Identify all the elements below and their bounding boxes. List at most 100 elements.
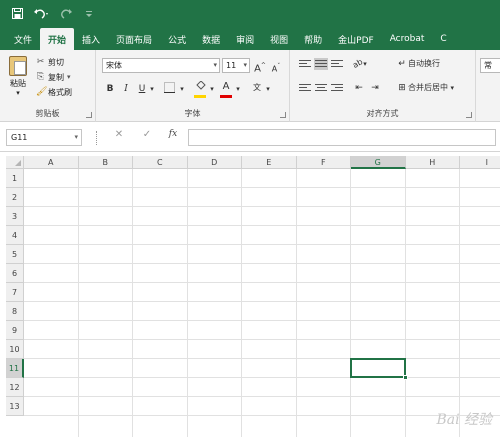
save-icon[interactable]: [12, 7, 23, 21]
column-header-a[interactable]: A: [24, 156, 79, 169]
undo-icon[interactable]: [33, 8, 49, 21]
row-header-3[interactable]: 3: [6, 207, 24, 226]
cut-button[interactable]: ✂ 剪切: [36, 56, 64, 68]
column-header-e[interactable]: E: [242, 156, 297, 169]
row-header-11[interactable]: 11: [6, 359, 24, 378]
phonetic-guide-button[interactable]: 文: [250, 81, 264, 95]
column-header-d[interactable]: D: [187, 156, 242, 169]
row-header-1[interactable]: 1: [6, 169, 24, 188]
confirm-entry-button[interactable]: ✓: [140, 129, 154, 140]
dialog-launcher-icon[interactable]: [280, 112, 286, 118]
row-header-2[interactable]: 2: [6, 188, 24, 207]
tab-overflow[interactable]: C: [432, 28, 454, 50]
copy-label: 复制: [48, 72, 64, 82]
name-box-value: G11: [11, 133, 28, 142]
chevron-down-icon: ▾: [16, 89, 20, 97]
align-bottom-icon[interactable]: [330, 58, 344, 70]
align-middle-icon[interactable]: [314, 58, 328, 70]
customize-qat-icon[interactable]: [85, 8, 93, 20]
decrease-indent-icon[interactable]: ⇤: [352, 81, 366, 95]
cancel-entry-button[interactable]: ✕: [112, 129, 126, 140]
tab-insert[interactable]: 插入: [74, 28, 108, 50]
row-header-13[interactable]: 13: [6, 397, 24, 416]
borders-icon: [163, 82, 175, 93]
shrink-font-button[interactable]: Aˇ: [270, 60, 282, 74]
borders-button[interactable]: [162, 82, 176, 96]
row-header-7[interactable]: 7: [6, 283, 24, 302]
fill-handle[interactable]: [402, 375, 408, 380]
merge-center-button[interactable]: 合并后居中 ▾: [408, 81, 458, 95]
chevron-down-icon[interactable]: ▾: [208, 82, 216, 96]
tab-home[interactable]: 开始: [40, 28, 75, 50]
column-header-f[interactable]: F: [296, 156, 351, 169]
dialog-launcher-icon[interactable]: [86, 112, 92, 118]
worksheet-grid[interactable]: A B C D E F G H I 1 2 3 4 5 6 7 8 9 10 11 12 13: [0, 152, 500, 437]
clipboard-group: 粘贴 ▾ ✂ 剪切 ⎘ 复制 ▾ 🖌 格式刷 剪贴板: [0, 50, 96, 122]
chevron-down-icon: ▾: [213, 61, 217, 69]
dialog-launcher-icon[interactable]: [466, 112, 472, 118]
copy-button[interactable]: ⎘ 复制 ▾: [36, 71, 71, 83]
increase-indent-icon[interactable]: ⇥: [368, 81, 382, 95]
tab-acrobat[interactable]: Acrobat: [382, 28, 433, 50]
orientation-button[interactable]: ab▾: [350, 57, 370, 71]
name-box[interactable]: G11 ▾: [6, 129, 82, 146]
chevron-down-icon[interactable]: ▾: [148, 82, 156, 96]
column-header-b[interactable]: B: [78, 156, 133, 169]
font-name-select[interactable]: 宋体 ▾: [102, 58, 220, 73]
tab-wps-pdf[interactable]: 金山PDF: [330, 28, 382, 50]
tab-data[interactable]: 数据: [194, 28, 228, 50]
align-right-icon[interactable]: [330, 82, 344, 94]
chevron-down-icon[interactable]: ▾: [67, 73, 71, 81]
orientation-icon: ab: [351, 57, 365, 70]
align-top-icon[interactable]: [298, 58, 312, 70]
fill-color-swatch: [194, 95, 206, 98]
tab-review[interactable]: 审阅: [228, 28, 262, 50]
column-header-i[interactable]: I: [460, 156, 500, 169]
tab-page-layout[interactable]: 页面布局: [108, 28, 160, 50]
chevron-down-icon[interactable]: ▾: [178, 82, 186, 96]
fill-color-button[interactable]: [194, 80, 208, 95]
tab-file[interactable]: 文件: [6, 28, 40, 50]
select-all-button[interactable]: [6, 156, 24, 169]
format-painter-button[interactable]: 🖌 格式刷: [36, 86, 72, 98]
paint-bucket-icon: [196, 80, 206, 90]
gridline-horizontal: [24, 301, 500, 302]
grow-font-label: A: [254, 63, 261, 75]
row-header-5[interactable]: 5: [6, 245, 24, 264]
underline-button[interactable]: U: [136, 82, 148, 96]
row-header-12[interactable]: 12: [6, 378, 24, 397]
font-color-button[interactable]: A: [220, 80, 232, 94]
align-center-icon[interactable]: [314, 82, 328, 94]
column-header-g[interactable]: G: [351, 156, 406, 169]
row-header-9[interactable]: 9: [6, 321, 24, 340]
tab-view[interactable]: 视图: [262, 28, 296, 50]
tab-help[interactable]: 帮助: [296, 28, 330, 50]
chevron-down-icon[interactable]: ▾: [234, 82, 242, 96]
row-header-8[interactable]: 8: [6, 302, 24, 321]
row-header-4[interactable]: 4: [6, 226, 24, 245]
bold-button[interactable]: B: [104, 82, 116, 96]
column-header-h[interactable]: H: [405, 156, 460, 169]
chevron-down-icon[interactable]: ▾: [264, 82, 272, 96]
row-header-6[interactable]: 6: [6, 264, 24, 283]
merge-center-icon[interactable]: ⊞: [396, 81, 408, 95]
redo-icon[interactable]: [59, 8, 75, 21]
insert-function-button[interactable]: fx: [166, 129, 180, 139]
formula-input[interactable]: [188, 129, 496, 146]
font-size-select[interactable]: 11 ▾: [222, 58, 250, 73]
tab-formulas[interactable]: 公式: [160, 28, 194, 50]
active-cell-g11[interactable]: [350, 358, 406, 378]
font-group: 宋体 ▾ 11 ▾ A^ Aˇ B I U ▾ ▾ ▾ A ▾ 文 ▾ 字体: [96, 50, 290, 122]
wrap-text-label[interactable]: 自动换行: [408, 57, 454, 71]
paste-button[interactable]: 粘贴 ▾: [6, 56, 30, 97]
number-format-select[interactable]: 常: [480, 58, 500, 73]
column-header-c[interactable]: C: [133, 156, 188, 169]
row-header-10[interactable]: 10: [6, 340, 24, 359]
align-left-icon[interactable]: [298, 82, 312, 94]
gridline-horizontal: [24, 396, 500, 397]
merge-center-label: 合并后居中: [408, 83, 448, 92]
ribbon: 粘贴 ▾ ✂ 剪切 ⎘ 复制 ▾ 🖌 格式刷 剪贴板 宋体 ▾ 11 ▾ A^ …: [0, 50, 500, 122]
grow-font-button[interactable]: A^: [254, 59, 266, 75]
wrap-text-icon[interactable]: ↵: [396, 57, 408, 71]
italic-button[interactable]: I: [120, 82, 132, 96]
